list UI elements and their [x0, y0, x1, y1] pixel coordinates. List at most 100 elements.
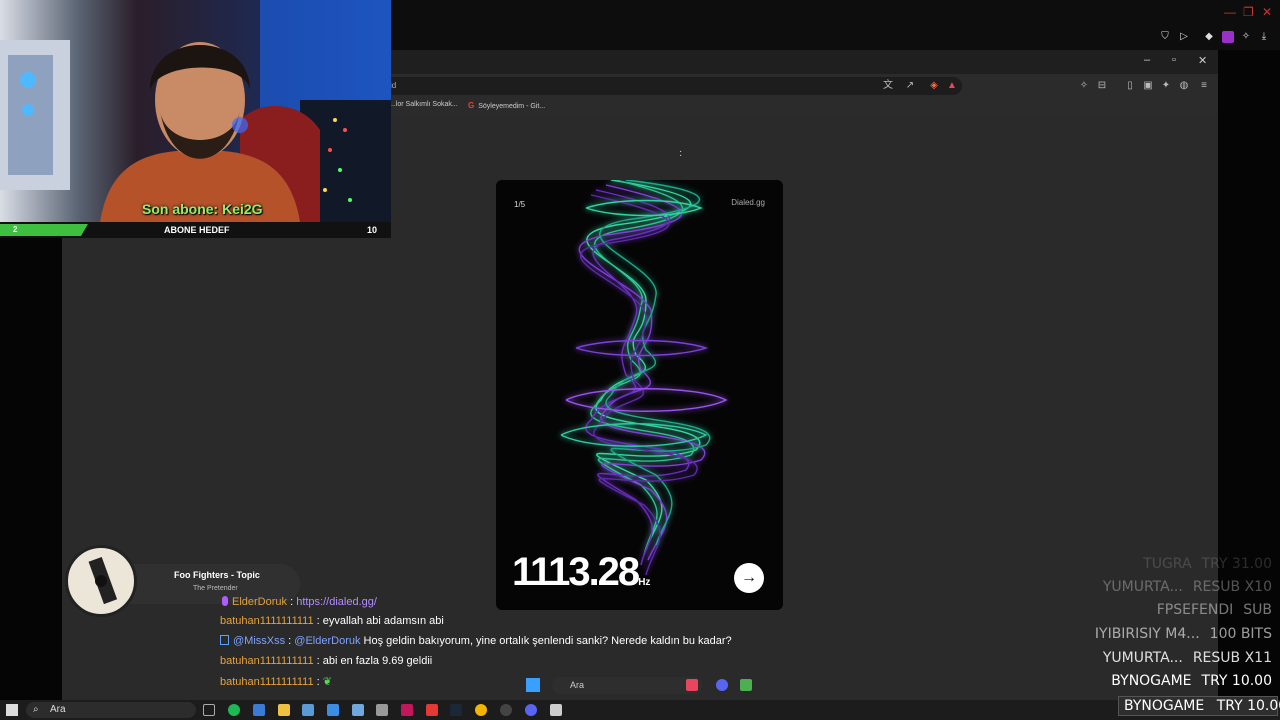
obs-icon[interactable] — [500, 704, 512, 716]
puzzle-icon[interactable]: ✧ — [1240, 31, 1252, 43]
chat-separator: : — [285, 635, 295, 647]
twitch-extension-icon[interactable] — [1222, 31, 1234, 43]
extension-icon[interactable]: ◆ — [1203, 31, 1215, 43]
alert-row: TUGRA TRY 31.00 — [1143, 556, 1272, 572]
discord-icon[interactable] — [716, 679, 728, 691]
bookmark-item[interactable]: G Söyleyemedim - Git... — [468, 101, 545, 110]
chat-mention[interactable]: @ElderDoruk — [294, 635, 360, 647]
now-playing-track: The Pretender — [193, 585, 238, 592]
chat-username[interactable]: ElderDoruk — [232, 596, 287, 608]
app-icon[interactable] — [550, 704, 562, 716]
alert-value: RESUB X11 — [1192, 650, 1272, 666]
next-button[interactable]: → — [734, 563, 764, 593]
store-icon[interactable] — [302, 704, 314, 716]
chat-message: ElderDoruk : https://dialed.gg/ — [220, 596, 377, 608]
minimize-icon[interactable]: — — [1224, 5, 1236, 19]
alert-row: BYNOGAME TRY 10.00 — [1111, 673, 1272, 689]
verified-badge-icon — [220, 635, 229, 645]
chrome-icon[interactable] — [475, 704, 487, 716]
app-icon[interactable] — [401, 704, 413, 716]
brave-shield-icon[interactable]: ◈ — [928, 80, 940, 92]
chat-username[interactable]: batuhan1111111111 — [220, 615, 314, 627]
sidebar-icon[interactable]: ▯ — [1124, 80, 1136, 92]
chat-username[interactable]: batuhan1111111111 — [220, 655, 314, 667]
task-view-icon[interactable] — [203, 704, 215, 716]
arrow-right-icon: → — [741, 569, 757, 586]
alert-list: TUGRA TRY 31.00 YUMURTA... RESUB X10 FPSEFEN… — [1072, 556, 1272, 700]
close-icon[interactable]: ✕ — [1262, 5, 1272, 19]
chat-separator: : — [313, 655, 323, 667]
alert-row: IYIBIRISIY M4... 100 BITS — [1095, 626, 1272, 642]
edge-icon[interactable] — [253, 704, 265, 716]
brave-icon[interactable] — [686, 679, 698, 691]
sub-goal-current: 2 — [13, 225, 18, 234]
alert-row: YUMURTA... RESUB X10 — [1103, 579, 1272, 595]
file-explorer-icon[interactable] — [278, 704, 290, 716]
alert-value: RESUB X10 — [1192, 579, 1272, 595]
maps-icon[interactable] — [740, 679, 752, 691]
taskbar-search[interactable]: ⌕ Ara — [26, 702, 196, 718]
extensions-icon[interactable]: ✧ — [1078, 80, 1090, 92]
latest-alert-banner: BYNOGAME TRY 10.00 — [1118, 696, 1280, 716]
leo-icon[interactable]: ✦ — [1160, 80, 1172, 92]
alert-name: BYNOGAME — [1111, 673, 1192, 689]
shield-icon[interactable]: ⛉ — [1159, 31, 1171, 43]
album-art — [65, 545, 137, 617]
alert-value: TRY 10.00 — [1201, 673, 1272, 689]
brave-rewards-icon[interactable]: ▲ — [946, 80, 958, 92]
last-subscriber-label: Son abone: Kei2G — [142, 201, 263, 217]
color-wave-graphic — [560, 180, 728, 576]
now-playing-channel: Foo Fighters - Topic — [174, 570, 260, 580]
chat-link[interactable]: https://dialed.gg/ — [296, 596, 377, 608]
wallet-icon[interactable]: ▣ — [1142, 80, 1154, 92]
download-icon[interactable]: ⤓ — [1258, 31, 1270, 43]
album-art-graphic — [88, 556, 118, 605]
inner-minimize-icon[interactable]: – — [1144, 54, 1150, 66]
alert-name: YUMURTA... — [1102, 579, 1183, 595]
share-icon[interactable]: ↗ — [904, 80, 916, 92]
alert-value: SUB — [1243, 602, 1272, 618]
app-icon[interactable] — [352, 704, 364, 716]
vpn-icon[interactable]: ◍ — [1178, 80, 1190, 92]
app-icon[interactable] — [327, 704, 339, 716]
windows-taskbar: ⌕ Ara — [0, 700, 1280, 720]
play-icon[interactable]: ▷ — [1178, 31, 1190, 43]
menu-icon[interactable]: ≡ — [1198, 80, 1210, 92]
alert-name: FPSEFENDI — [1156, 602, 1234, 618]
spotify-icon[interactable] — [228, 704, 240, 716]
alert-row: YUMURTA... RESUB X11 — [1103, 650, 1272, 666]
opera-icon[interactable] — [426, 704, 438, 716]
inner-restore-icon[interactable]: ▫ — [1172, 54, 1176, 66]
inner-search-box[interactable]: Ara — [552, 677, 702, 694]
discord-icon[interactable] — [525, 704, 537, 716]
windows-start-icon[interactable] — [6, 704, 18, 716]
chat-message: batuhan1111111111 : abi en fazla 9.69 ge… — [220, 655, 432, 667]
chat-username[interactable]: batuhan1111111111 — [220, 676, 314, 688]
google-icon: G — [468, 101, 475, 110]
webcam-image — [0, 0, 391, 222]
webcam-feed: Son abone: Kei2G — [0, 0, 391, 222]
chat-separator: : — [313, 676, 323, 688]
restore-icon[interactable]: ❐ — [1243, 5, 1254, 19]
search-icon: ⌕ — [33, 704, 39, 715]
chat-username[interactable]: @MissXss — [233, 635, 285, 647]
windows-start-icon[interactable] — [526, 678, 540, 692]
translate-icon[interactable]: 文 — [882, 80, 894, 92]
app-icon[interactable] — [376, 704, 388, 716]
frequency-readout: 1113.28Hz — [512, 550, 650, 595]
inner-close-icon[interactable]: ✕ — [1198, 54, 1207, 67]
bookmark-item[interactable]: ...lor Salkımlı Sokak... — [390, 101, 458, 108]
inner-search-text: Ara — [570, 680, 585, 690]
sub-goal-bar: 2 ABONE HEDEF 10 — [0, 222, 391, 238]
taskbar-search-text: Ara — [50, 704, 66, 715]
chat-message: batuhan1111111111 : eyvallah abi adamsın… — [220, 615, 444, 627]
stream-screen: — ❐ ✕ ⛉ ▷ ◆ ✧ ⤓ – ▫ ✕ id 文 ↗ ◈ ▲ ✧ ⊟ ▯ ▣… — [0, 0, 1280, 720]
address-bar[interactable]: id — [382, 77, 962, 95]
tab-search-icon[interactable]: ⊟ — [1096, 80, 1108, 92]
chat-separator: : — [313, 615, 323, 627]
steam-icon[interactable] — [450, 704, 462, 716]
latest-alert-name: BYNOGAME — [1124, 698, 1205, 714]
inner-taskbar: Ara — [520, 674, 760, 698]
alert-name: TUGRA — [1143, 556, 1192, 572]
bookmark-label: Söyleyemedim - Git... — [478, 103, 546, 110]
